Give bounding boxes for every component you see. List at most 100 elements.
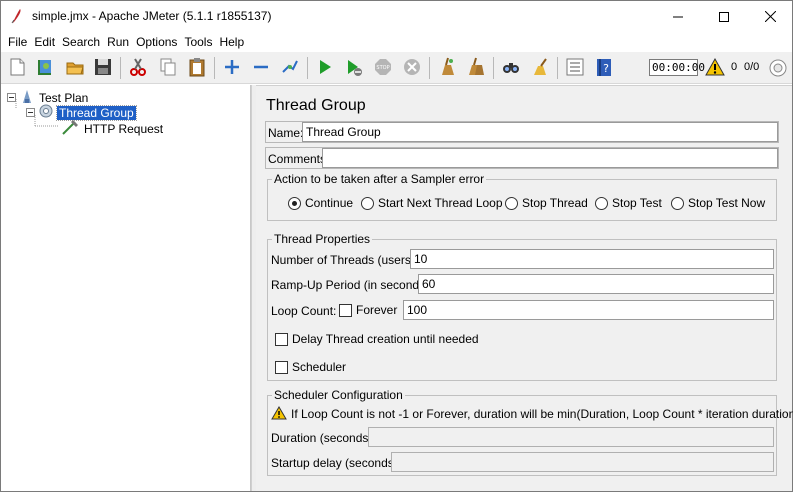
warning-icon[interactable] [705,57,725,79]
start-no-pauses-button[interactable] [342,55,366,79]
radio-stop-test[interactable]: Stop Test [595,196,662,210]
delay-thread-creation-checkbox[interactable]: Delay Thread creation until needed [275,332,479,346]
toolbar-separator [493,57,494,79]
scheduler-warning-text: If Loop Count is not -1 or Forever, dura… [291,407,793,421]
name-input[interactable]: Thread Group [302,122,778,142]
clipboard-icon [189,58,205,77]
broom-icon [442,57,454,75]
menu-help[interactable]: Help [216,35,247,49]
threads-input[interactable]: 10 [410,249,774,269]
collapse-toggle-icon[interactable] [26,108,35,117]
radio-selected-icon [288,196,301,210]
error-action-group: Action to be taken after a Sampler error… [267,172,777,221]
jmeter-window: simple.jmx - Apache JMeter (5.1.1 r18551… [0,0,793,492]
menu-search[interactable]: Search [59,35,103,49]
menu-file[interactable]: File [5,35,30,49]
clear-all-button[interactable] [464,55,488,79]
function-helper-button[interactable] [563,55,587,79]
templates-icon [38,60,51,75]
close-button[interactable] [747,1,793,32]
toolbar-separator [307,57,308,79]
clear-button[interactable] [435,55,459,79]
new-file-button[interactable] [5,55,29,79]
toolbar-separator [120,57,121,79]
save-button[interactable] [91,55,115,79]
duration-label: Duration (seconds) [271,431,373,445]
cut-button[interactable] [126,55,150,79]
scheduler-config-title: Scheduler Configuration [272,388,405,402]
collapse-toggle-icon[interactable] [7,93,16,102]
comments-input[interactable] [322,148,778,168]
comments-label: Comments: [268,152,330,166]
toggle-button[interactable] [278,55,302,79]
warning-icon [271,406,287,423]
thread-properties-title: Thread Properties [272,232,373,246]
svg-text:STOP: STOP [376,65,389,71]
radio-stop-test-now[interactable]: Stop Test Now [671,196,765,210]
checkbox-label: Delay Thread creation until needed [292,332,479,346]
tree-node-label: Thread Group [56,104,137,121]
templates-button[interactable] [33,55,57,79]
menu-bar: File Edit Search Run Options Tools Help [1,32,792,52]
radio-icon [361,196,374,210]
radio-icon [505,196,518,210]
startup-delay-label: Startup delay (seconds) [271,456,398,470]
radio-stop-thread[interactable]: Stop Thread [505,196,588,210]
checkbox-icon [275,360,288,374]
duration-input[interactable] [368,427,774,447]
play-icon [320,60,331,74]
save-icon [95,59,111,75]
thread-properties-group: Thread Properties Number of Threads (use… [267,232,777,381]
start-button[interactable] [313,55,337,79]
help-button[interactable]: ? [592,55,616,79]
name-label: Name: [268,126,304,140]
toolbar: STOP ? 00:00:00 0 0/0 [1,52,792,84]
radio-icon [671,196,684,210]
list-icon [566,58,584,76]
toolbar-separator [214,57,215,79]
menu-edit[interactable]: Edit [31,35,58,49]
radio-start-next-thread-loop[interactable]: Start Next Thread Loop [361,196,503,210]
tree-node-http-request[interactable]: HTTP Request [61,119,163,138]
error-action-title: Action to be taken after a Sampler error [272,172,487,186]
open-button[interactable] [63,55,87,79]
checkbox-icon [339,303,352,317]
menu-run[interactable]: Run [104,35,132,49]
menu-options[interactable]: Options [133,35,180,49]
svg-text:?: ? [603,62,609,75]
scheduler-checkbox[interactable]: Scheduler [275,360,346,374]
collapse-all-button[interactable] [249,55,273,79]
jmeter-feather-icon [10,8,24,24]
toolbar-separator [557,57,558,79]
copy-button[interactable] [156,55,180,79]
checkbox-label: Scheduler [292,360,347,374]
gear-icon [38,103,54,122]
shutdown-button[interactable] [400,55,424,79]
test-plan-tree: Test Plan Thread Group HTTP Request [2,85,251,491]
rampup-input[interactable]: 60 [418,274,774,294]
loop-count-input[interactable]: 100 [403,300,774,320]
reset-search-button[interactable] [528,55,552,79]
help-book-icon: ? [597,59,611,76]
radio-continue[interactable]: Continue [288,196,353,210]
startup-delay-input[interactable] [391,452,774,472]
checkbox-icon [275,332,288,346]
menu-tools[interactable]: Tools [181,35,215,49]
error-count: 0 [731,61,738,73]
maximize-button[interactable] [701,1,747,32]
forever-checkbox[interactable]: Forever [339,303,397,317]
binoculars-icon [503,63,519,73]
page-title: Thread Group [266,97,366,114]
toolbar-separator [429,57,430,79]
window-title: simple.jmx - Apache JMeter (5.1.1 r18551… [32,9,272,23]
expand-all-button[interactable] [220,55,244,79]
stop-button[interactable]: STOP [371,55,395,79]
radio-label: Stop Test [612,196,662,210]
name-row: Name: Thread Group [265,121,779,143]
checkbox-label: Forever [356,303,398,317]
search-button[interactable] [499,55,523,79]
minimize-button[interactable] [655,1,701,32]
new-file-icon [10,58,25,76]
paste-button[interactable] [185,55,209,79]
scheduler-config-group: Scheduler Configuration If Loop Count is… [267,388,793,476]
